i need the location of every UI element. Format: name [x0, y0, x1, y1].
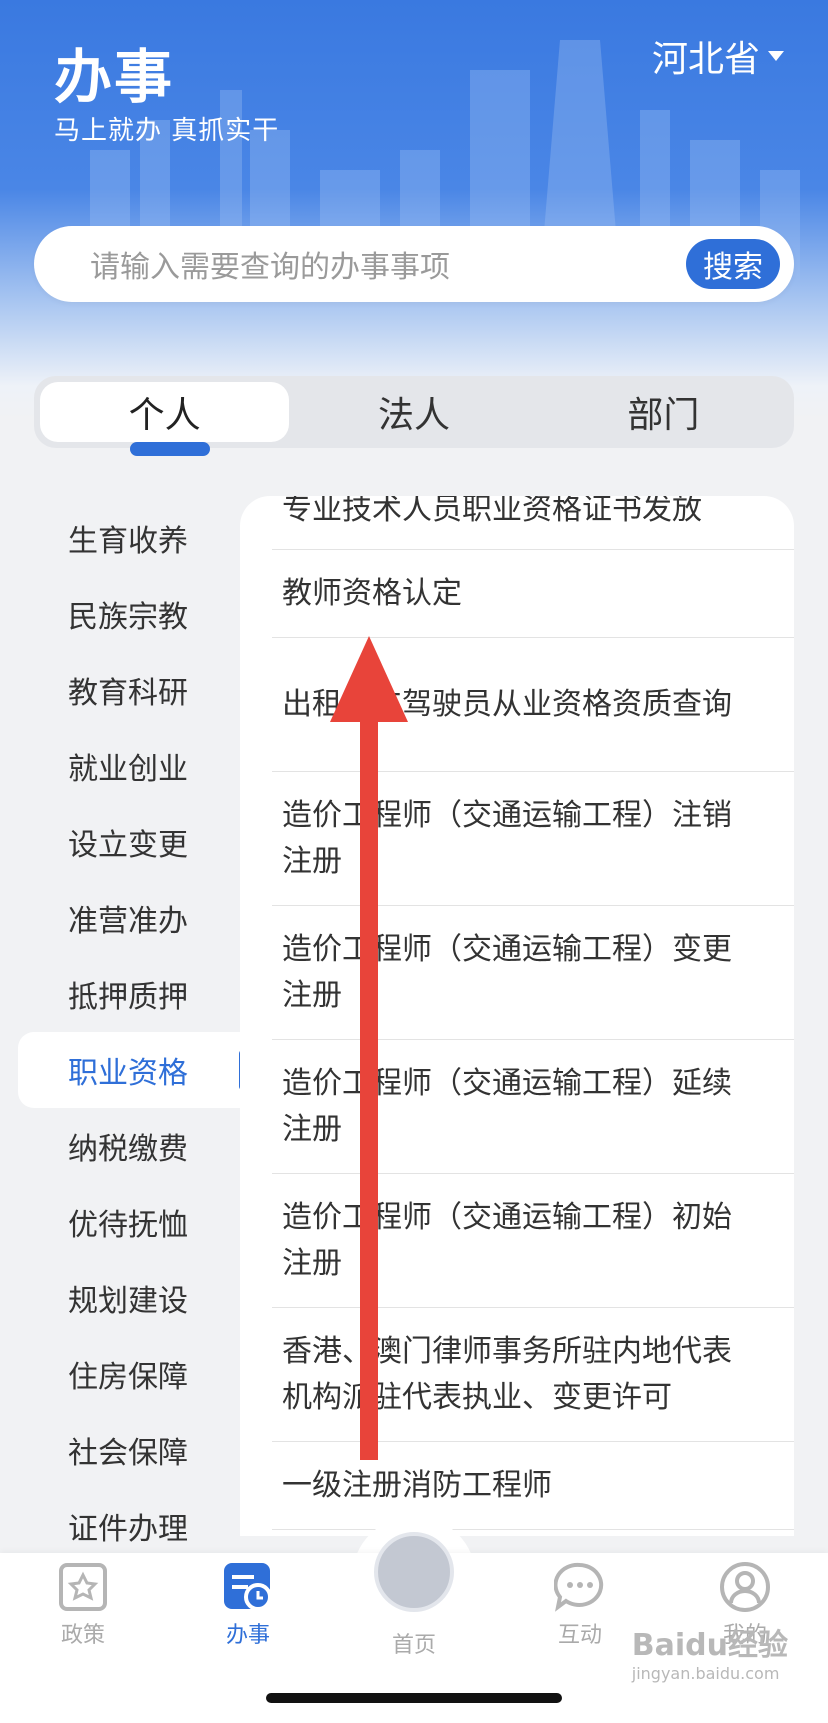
sidebar-item[interactable]: 准营准办 — [0, 880, 240, 956]
category-sidebar: 生育收养 民族宗教 教育科研 就业创业 设立变更 准营准办 抵押质押 职业资格 … — [0, 500, 246, 1564]
tab-affairs[interactable]: 办事 — [193, 1561, 303, 1649]
list-item-label: 专业技术人员职业资格证书发放 — [282, 496, 702, 527]
sidebar-item-active[interactable]: 职业资格 — [18, 1032, 246, 1108]
list-item[interactable]: 造价工程师（交通运输工程）初始注册 — [272, 1174, 794, 1308]
category-tabs: 个人 法人 部门 — [34, 376, 794, 448]
list-item[interactable]: 一级注册消防工程师 — [272, 1442, 794, 1530]
sidebar-item[interactable]: 规划建设 — [0, 1260, 240, 1336]
sidebar-item[interactable]: 社会保障 — [0, 1412, 240, 1488]
tab-department[interactable]: 部门 — [539, 382, 788, 442]
list-item[interactable]: 香港、澳门律师事务所驻内地代表机构派驻代表执业、变更许可 — [272, 1308, 794, 1442]
sidebar-item[interactable]: 纳税缴费 — [0, 1108, 240, 1184]
list-item[interactable]: 造价工程师（交通运输工程）延续注册 — [272, 1040, 794, 1174]
sidebar-item[interactable]: 生育收养 — [0, 500, 240, 576]
tab-interact[interactable]: 互动 — [525, 1561, 635, 1649]
service-list: 专业技术人员职业资格证书发放 教师资格认定 出租汽车驾驶员从业资格资质查询 造价… — [240, 496, 794, 1536]
search-button[interactable]: 搜索 — [686, 239, 780, 289]
tab-label: 办事 — [225, 1623, 270, 1648]
home-emblem-icon[interactable] — [374, 1532, 454, 1612]
tab-policy[interactable]: 政策 — [28, 1561, 138, 1649]
page-title: 办事 — [54, 43, 175, 111]
list-item[interactable]: 专业技术人员职业资格证书发放 — [272, 496, 794, 550]
tab-home[interactable]: 首页 — [359, 1627, 469, 1659]
home-indicator — [266, 1693, 562, 1703]
caret-down-icon — [768, 51, 784, 61]
search-input[interactable]: 请输入需要查询的办事事项 — [90, 242, 686, 286]
tab-label: 首页 — [391, 1633, 436, 1658]
sidebar-item[interactable]: 就业创业 — [0, 728, 240, 804]
sidebar-item[interactable]: 优待抚恤 — [0, 1184, 240, 1260]
chat-icon — [554, 1562, 604, 1612]
watermark-url: jingyan.baidu.com — [631, 1664, 780, 1683]
user-icon — [720, 1562, 770, 1612]
list-item[interactable]: 教师资格认定 — [272, 550, 794, 638]
list-item[interactable]: 出租汽车驾驶员从业资格资质查询 — [272, 638, 794, 772]
tab-label: 政策 — [60, 1623, 105, 1648]
sidebar-item[interactable]: 设立变更 — [0, 804, 240, 880]
list-item[interactable]: 造价工程师（交通运输工程）注销注册 — [272, 772, 794, 906]
sidebar-item[interactable]: 教育科研 — [0, 652, 240, 728]
tab-label: 互动 — [557, 1623, 602, 1648]
sidebar-item[interactable]: 民族宗教 — [0, 576, 240, 652]
sidebar-item[interactable]: 抵押质押 — [0, 956, 240, 1032]
sidebar-item[interactable]: 住房保障 — [0, 1336, 240, 1412]
active-tab-indicator — [130, 442, 210, 456]
tab-personal[interactable]: 个人 — [40, 382, 290, 442]
watermark-logo: Baidu经验 jingyan.baidu.com — [632, 1620, 788, 1683]
header-banner: 办事 马上就办 真抓实干 河北省 — [0, 0, 828, 420]
tab-legal-entity[interactable]: 法人 — [289, 382, 538, 442]
slogan: 马上就办 真抓实干 — [54, 116, 280, 146]
search-bar[interactable]: 请输入需要查询的办事事项 搜索 — [34, 226, 794, 302]
list-item[interactable]: 造价工程师（交通运输工程）变更注册 — [272, 906, 794, 1040]
affairs-icon — [224, 1563, 272, 1611]
province-selector[interactable]: 河北省 — [652, 30, 784, 82]
watermark-text: Baidu经验 — [631, 1628, 788, 1663]
province-label: 河北省 — [651, 39, 760, 80]
policy-icon — [59, 1563, 107, 1611]
sidebar-item-label: 职业资格 — [68, 1056, 188, 1091]
